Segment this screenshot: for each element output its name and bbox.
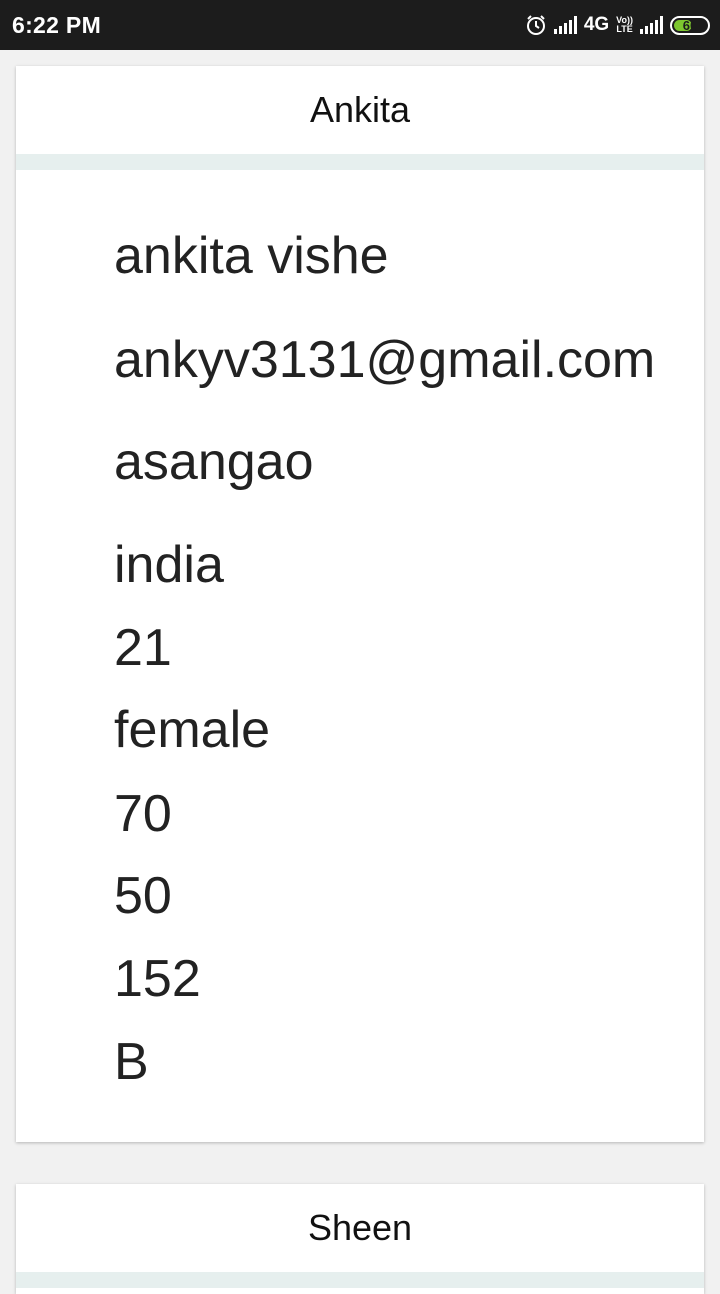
- field-age: 21: [114, 619, 172, 677]
- profile-card[interactable]: Ankita ankita vishe ankyv3131@gmail.com …: [16, 66, 704, 1142]
- status-time: 6:22 PM: [12, 12, 102, 38]
- status-icons: 4G Vo)) LTE 60: [525, 11, 710, 39]
- field-value-152: 152: [114, 950, 201, 1008]
- field-country: india: [114, 536, 224, 594]
- battery-level: 60: [682, 17, 698, 33]
- alarm-icon: [526, 15, 545, 35]
- network-type: 4G: [583, 14, 610, 35]
- field-city: asangao: [114, 433, 314, 491]
- signal-icon-2: [640, 16, 663, 34]
- card-divider-2: [16, 1272, 704, 1288]
- field-value-50: 50: [114, 867, 172, 925]
- field-value-b: B: [114, 1033, 149, 1091]
- card-header-title: Ankita: [309, 89, 411, 130]
- card-header-title-2: Sheen: [307, 1207, 413, 1248]
- field-email: ankyv3131@gmail.com: [114, 331, 656, 389]
- battery-icon: 60: [670, 15, 710, 35]
- signal-icon: [553, 16, 577, 34]
- field-gender: female: [114, 701, 271, 759]
- profile-card-2[interactable]: Sheen: [16, 1184, 704, 1294]
- field-value-70: 70: [114, 785, 172, 843]
- volte-icon: Vo)) LTE: [616, 15, 633, 34]
- card-divider: [16, 154, 704, 170]
- field-name: ankita vishe: [114, 227, 389, 285]
- status-bar: 6:22 PM 4G Vo)) LTE 60: [0, 0, 720, 50]
